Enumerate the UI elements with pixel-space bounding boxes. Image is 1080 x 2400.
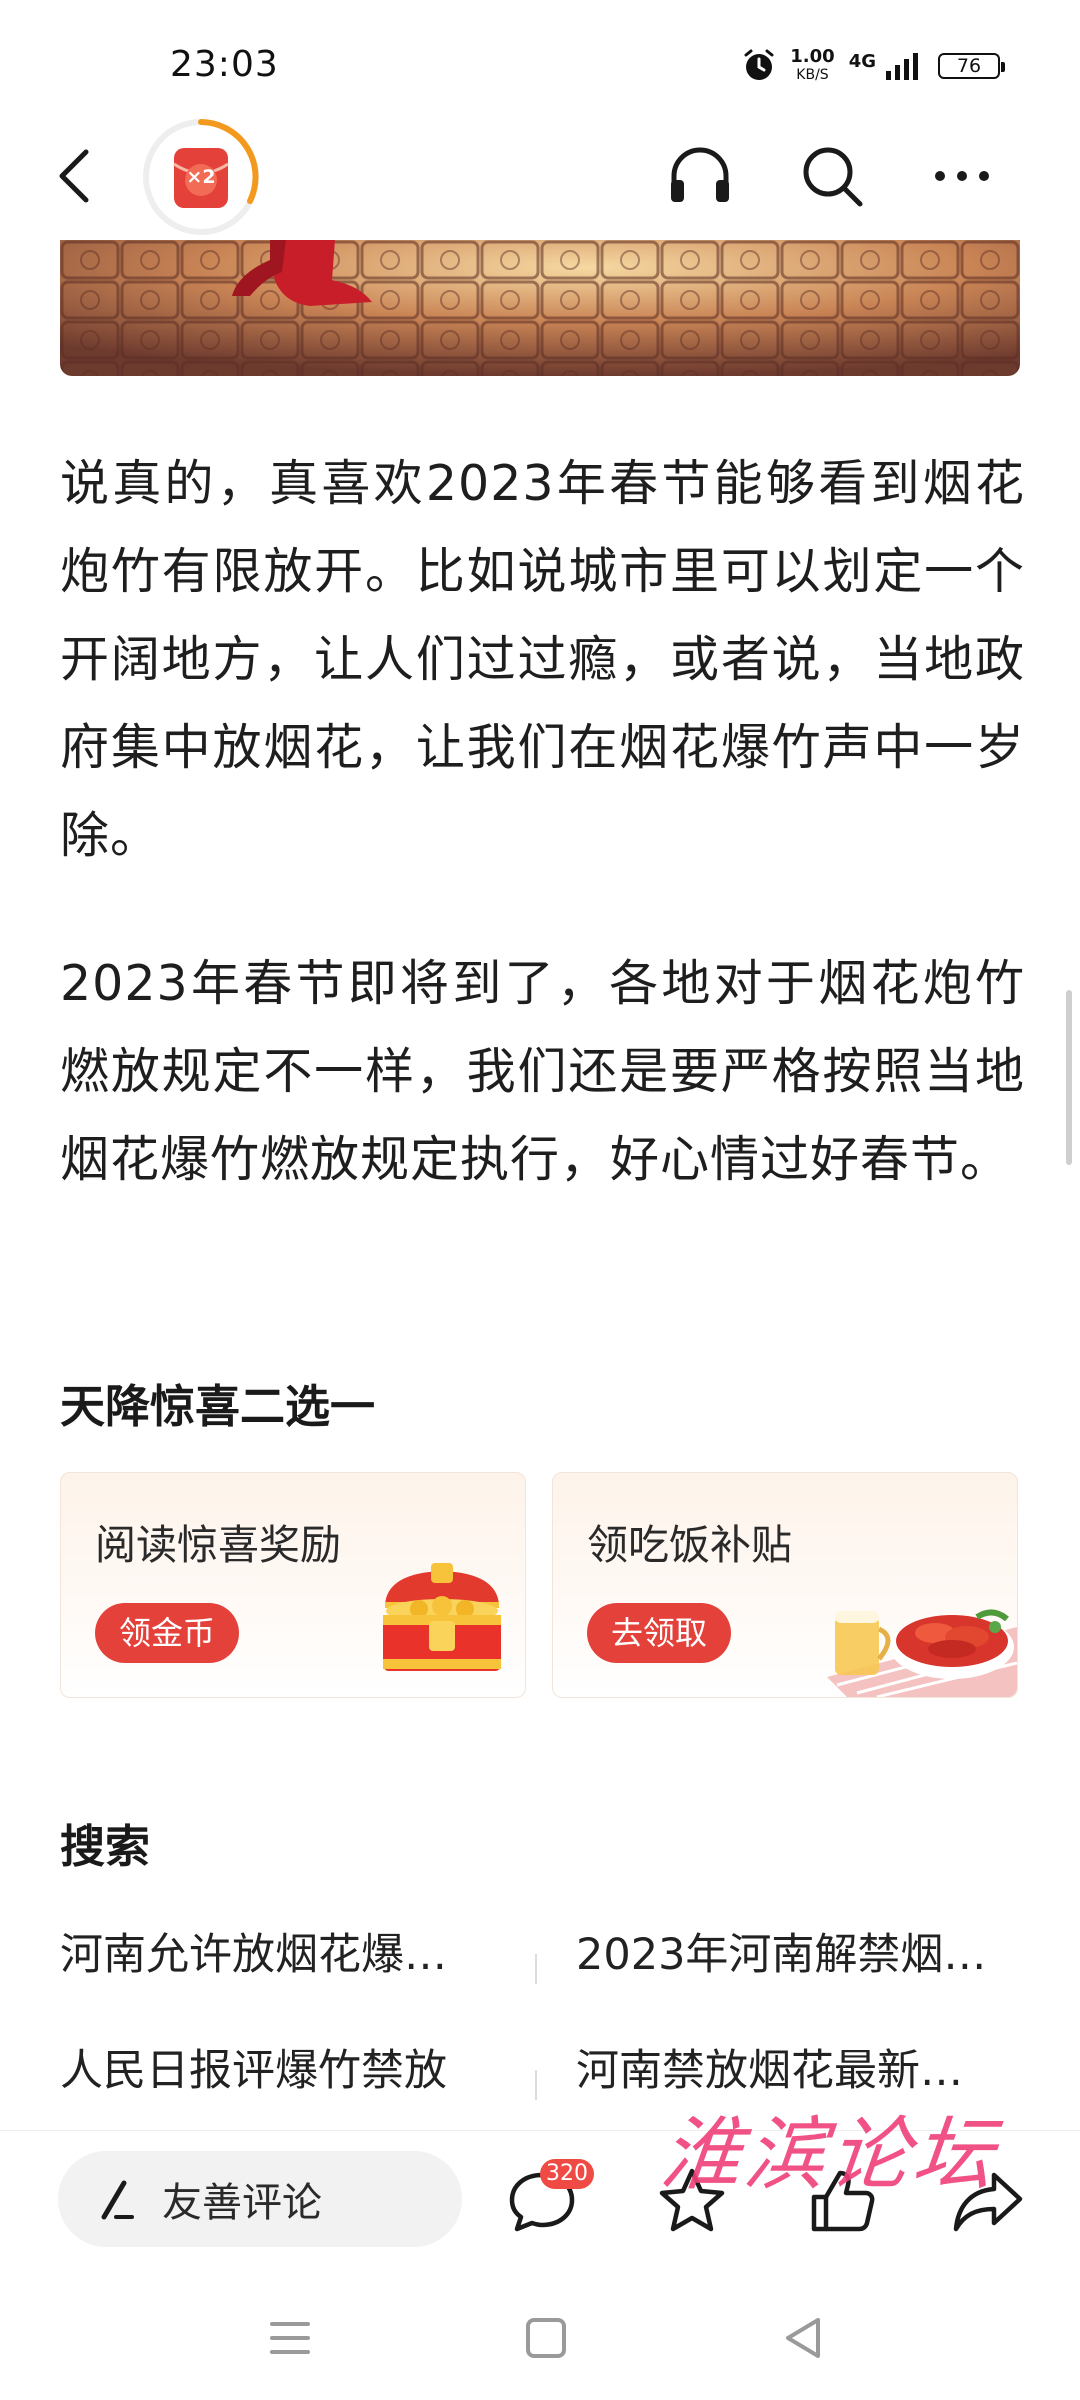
reward-timer-widget[interactable]: ×2 <box>140 116 262 238</box>
search-suggestion[interactable]: 河南允许放烟花爆… <box>60 1920 480 1982</box>
divider <box>535 2070 537 2100</box>
article-body: 说真的，真喜欢2023年春节能够看到烟花炮竹有限放开。比如说城市里可以划定一个开… <box>60 440 1025 1204</box>
reading-reward-card[interactable]: 阅读惊喜奖励 领金币 <box>60 1472 526 1698</box>
crawfish-meal-icon <box>827 1609 1017 1697</box>
comment-input[interactable]: 友善评论 <box>58 2151 462 2247</box>
net-speed: 1.00 KB/S <box>790 48 834 84</box>
surprise-section-title: 天降惊喜二选一 <box>60 1380 376 1433</box>
signal-icon <box>886 53 918 80</box>
menu-icon[interactable] <box>262 2310 318 2366</box>
network-type: 4G <box>848 50 876 72</box>
treasure-chest-icon <box>383 1563 501 1671</box>
claim-coins-button[interactable]: 领金币 <box>95 1603 240 1663</box>
alarm-icon <box>744 49 774 80</box>
article-paragraph: 2023年春节即将到了，各地对于烟花炮竹燃放规定不一样，我们还是要严格按照当地烟… <box>60 955 1025 1188</box>
article-photo <box>60 240 1020 376</box>
net-speed-value: 1.00 <box>790 46 835 67</box>
battery-icon: 76 <box>938 53 1005 79</box>
scrollbar[interactable] <box>1066 990 1072 1165</box>
search-suggestion[interactable]: 2023年河南解禁烟… <box>576 1920 1006 1982</box>
system-nav-bar <box>0 2270 1080 2400</box>
comment-placeholder: 友善评论 <box>162 2180 322 2226</box>
article-header: ×2 <box>0 110 1080 240</box>
promo-card-title: 领吃饭补贴 <box>587 1521 792 1569</box>
headphones-icon[interactable] <box>664 140 736 212</box>
comment-count-badge: 320 <box>540 2159 594 2189</box>
status-indicators: 1.00 KB/S 4G 76 <box>742 48 1005 84</box>
meal-subsidy-card[interactable]: 领吃饭补贴 去领取 <box>552 1472 1018 1698</box>
forum-watermark: 淮滨论坛 <box>656 2108 1003 2201</box>
claim-subsidy-button[interactable]: 去领取 <box>587 1603 732 1663</box>
search-suggestion[interactable]: 河南禁放烟花最新… <box>576 2036 1006 2098</box>
back-icon[interactable] <box>50 146 100 206</box>
more-icon[interactable] <box>926 140 998 212</box>
back-triangle-icon[interactable] <box>776 2310 832 2366</box>
net-speed-unit: KB/S <box>796 67 829 83</box>
reward-multiplier: ×2 <box>186 166 216 188</box>
article-paragraph: 说真的，真喜欢2023年春节能够看到烟花炮竹有限放开。比如说城市里可以划定一个开… <box>60 455 1025 864</box>
promo-card-title: 阅读惊喜奖励 <box>95 1521 341 1569</box>
search-section-title: 搜索 <box>60 1820 151 1873</box>
search-suggestion[interactable]: 人民日报评爆竹禁放 <box>60 2036 480 2098</box>
status-time: 23:03 <box>170 44 279 85</box>
divider <box>535 1954 537 1984</box>
pen-icon <box>101 2180 134 2220</box>
home-icon[interactable] <box>518 2310 574 2366</box>
search-icon[interactable] <box>796 140 868 212</box>
battery-level: 76 <box>956 55 982 77</box>
status-bar: 23:03 1.00 KB/S 4G 76 <box>0 0 1080 120</box>
